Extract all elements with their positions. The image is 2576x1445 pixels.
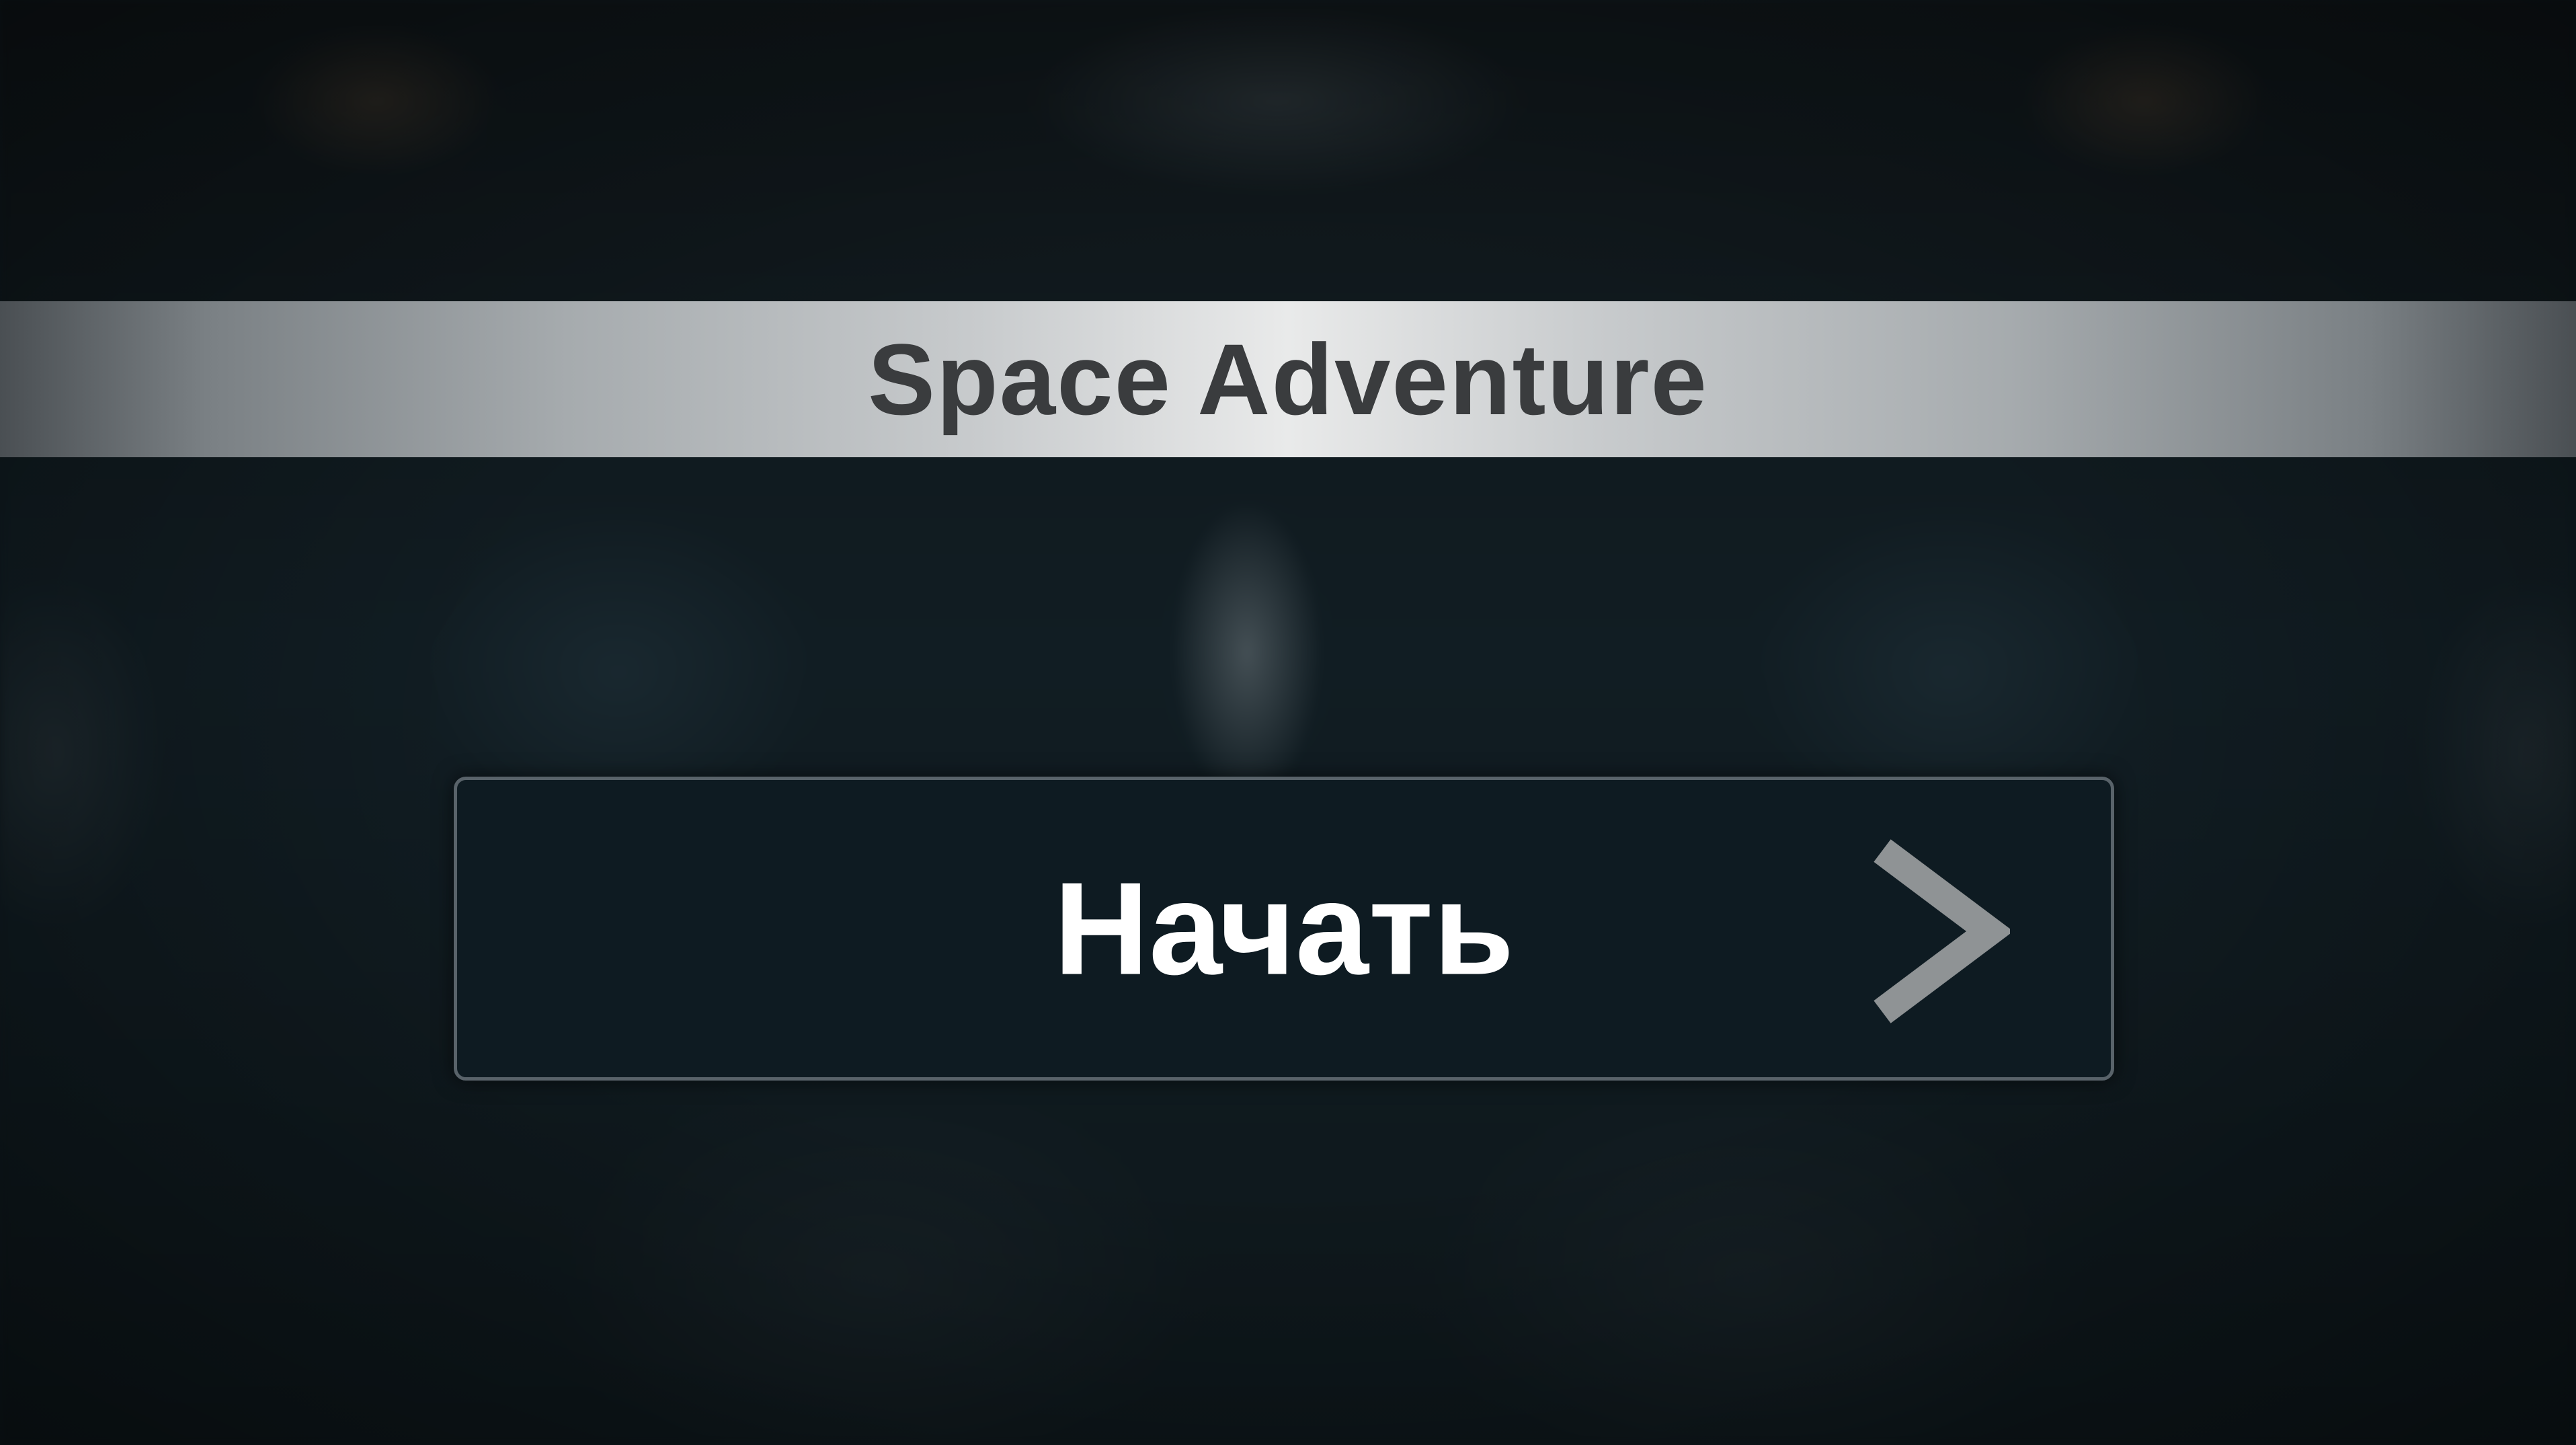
chevron-right-icon	[1874, 839, 2010, 1023]
start-button[interactable]: Начать	[454, 777, 2114, 1081]
game-title: Space Adventure	[868, 322, 1708, 436]
game-menu-screen: Space Adventure Начать	[0, 0, 2576, 1445]
title-banner: Space Adventure	[0, 301, 2576, 457]
vignette-overlay	[0, 0, 2576, 1445]
